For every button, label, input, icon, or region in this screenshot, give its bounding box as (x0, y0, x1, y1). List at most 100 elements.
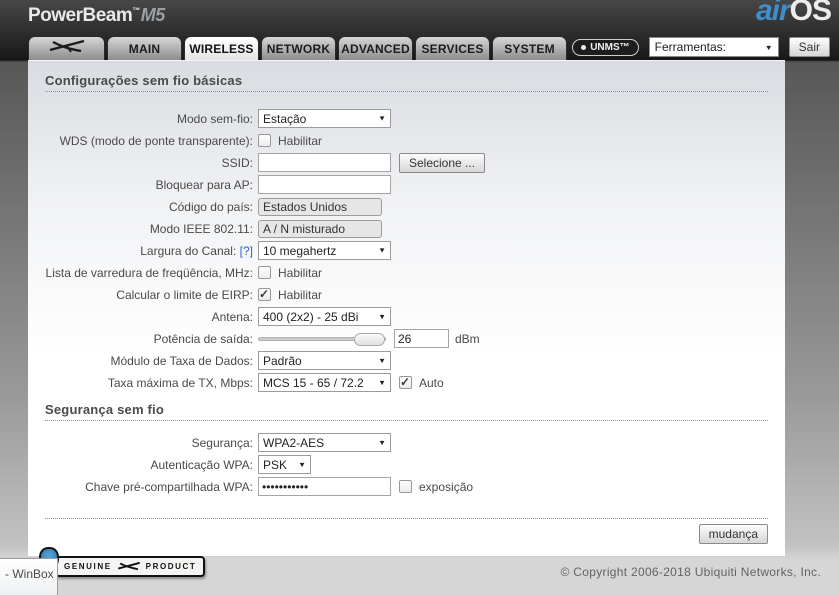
antenna-select[interactable]: 400 (2x2) - 25 dBi ▼ (258, 307, 391, 326)
max-tx-rate-select[interactable]: MCS 15 - 65 / 72.2 ▼ (258, 373, 391, 392)
ssid-input[interactable] (258, 153, 391, 172)
dropdown-arrow-icon: ▼ (378, 114, 386, 123)
row-wds: WDS (modo de ponte transparente): Habili… (45, 131, 768, 150)
dropdown-arrow-icon: ▼ (378, 438, 386, 447)
freq-scan-checkbox[interactable] (258, 266, 271, 279)
tab-home-logo[interactable] (28, 36, 105, 60)
row-data-rate-module: Módulo de Taxa de Dados: Padrão ▼ (45, 351, 768, 370)
row-lock-to-ap: Bloquear para AP: (45, 175, 768, 194)
field-label: Calcular o limite de EIRP: (116, 287, 253, 302)
output-power-slider[interactable] (258, 332, 386, 346)
tools-select[interactable]: Ferramentas: ▼ (648, 37, 779, 57)
airos-logo-os: OS (789, 0, 832, 27)
tab-network[interactable]: NETWORK (261, 36, 336, 60)
checkbox-label: exposição (419, 479, 474, 494)
country-code-field: Estados Unidos (258, 197, 382, 216)
device-logo: PowerBeam™M5 (28, 5, 165, 27)
field-label: Autenticação WPA: (150, 457, 254, 472)
wpa-auth-value: PSK (263, 457, 288, 472)
field-label: Taxa máxima de TX, Mbps: (107, 375, 253, 390)
ubiquiti-antenna-icon (117, 561, 141, 573)
header-controls: UNMS™ Ferramentas: ▼ Sair (572, 37, 830, 57)
security-mode-select[interactable]: WPA2-AES ▼ (258, 433, 391, 452)
output-power-input[interactable] (394, 329, 449, 348)
checkbox-label: Habilitar (278, 133, 323, 148)
row-freq-scan-list: Lista de varredura de freqüência, MHz: H… (45, 263, 768, 282)
field-label: Antena: (211, 309, 253, 324)
trademark-symbol: ™ (132, 6, 140, 15)
row-antenna: Antena: 400 (2x2) - 25 dBi ▼ (45, 307, 768, 326)
field-label: Modo sem-fio: (176, 111, 253, 126)
genuine-product-badge: GENUINE PRODUCT (55, 556, 206, 577)
field-label: Segurança: (191, 435, 253, 450)
ieee-mode-field: A / N misturado (258, 219, 382, 238)
row-ssid: SSID: Selecione ... (45, 152, 768, 173)
slider-handle[interactable] (354, 332, 385, 346)
max-tx-auto-checkbox[interactable] (399, 375, 412, 389)
wireless-mode-select[interactable]: Estação ▼ (258, 109, 391, 128)
dropdown-arrow-icon: ▼ (378, 312, 386, 321)
logout-button[interactable]: Sair (788, 37, 830, 57)
dropdown-arrow-icon: ▼ (764, 42, 773, 52)
tab-wireless[interactable]: WIRELESS (184, 36, 259, 60)
checkbox-label: Habilitar (278, 287, 323, 302)
eirp-limit-checkbox[interactable] (258, 287, 271, 301)
row-output-power: Potência de saída: dBm (45, 329, 768, 348)
row-country-code: Código do país: Estados Unidos (45, 197, 768, 216)
security-settings-form: Segurança: WPA2-AES ▼ Autenticação WPA: … (45, 433, 768, 496)
data-rate-module-select[interactable]: Padrão ▼ (258, 351, 391, 370)
wds-checkbox[interactable] (258, 134, 271, 147)
field-label: Código do país: (168, 199, 253, 214)
field-label: Potência de saída: (153, 331, 253, 346)
airos-logo: airOS (755, 0, 832, 28)
dropdown-arrow-icon: ▼ (378, 246, 386, 255)
dropdown-arrow-icon: ▼ (298, 460, 306, 469)
basic-settings-form: Modo sem-fio: Estação ▼ WDS (modo de pon… (45, 109, 768, 392)
wpa-auth-select[interactable]: PSK ▼ (258, 455, 311, 474)
ssid-select-button[interactable]: Selecione ... (399, 152, 486, 173)
wireless-mode-value: Estação (263, 111, 307, 126)
row-wireless-mode: Modo sem-fio: Estação ▼ (45, 109, 768, 128)
wireless-settings-panel: Configurações sem fio básicas Modo sem-f… (28, 60, 785, 556)
wpa-psk-input[interactable] (258, 477, 391, 496)
genuine-badge-left-text: GENUINE (64, 562, 112, 571)
field-label: Modo IEEE 802.11: (149, 221, 253, 236)
header: PowerBeam™M5 airOS (0, 0, 839, 36)
security-mode-value: WPA2-AES (263, 435, 325, 450)
psk-show-checkbox[interactable] (399, 480, 412, 493)
lock-to-ap-input[interactable] (258, 175, 391, 194)
security-section-title: Segurança sem fio (45, 402, 768, 421)
tab-main[interactable]: MAIN (107, 36, 182, 60)
airos-logo-air: air (755, 0, 791, 27)
unms-button[interactable]: UNMS™ (572, 38, 639, 56)
tab-services[interactable]: SERVICES (415, 36, 490, 60)
data-rate-module-value: Padrão (263, 353, 302, 368)
device-model: M5 (140, 5, 166, 25)
checkbox-label: Habilitar (278, 265, 323, 280)
field-label: Módulo de Taxa de Dados: (110, 353, 253, 368)
change-button[interactable]: mudança (698, 524, 768, 544)
field-label: Chave pré-compartilhada WPA: (85, 479, 253, 494)
channel-width-value: 10 megahertz (263, 243, 337, 258)
row-channel-width: Largura do Canal: [?] 10 megahertz ▼ (45, 241, 768, 260)
ubiquiti-antenna-icon (48, 37, 86, 60)
dropdown-arrow-icon: ▼ (378, 378, 386, 387)
action-row: mudança (45, 524, 768, 544)
row-max-tx-rate: Taxa máxima de TX, Mbps: MCS 15 - 65 / 7… (45, 373, 768, 392)
field-label: Lista de varredura de freqüência, MHz: (45, 265, 253, 280)
airos-page: PowerBeam™M5 airOS MAIN WIRELESS NETWORK… (0, 0, 839, 595)
bottom-divider (45, 518, 768, 519)
antenna-value: 400 (2x2) - 25 dBi (263, 309, 359, 324)
copyright-text: © Copyright 2006-2018 Ubiquiti Networks,… (560, 565, 821, 579)
genuine-badge-right-text: PRODUCT (145, 562, 197, 571)
tab-system[interactable]: SYSTEM (492, 36, 567, 60)
channel-width-select[interactable]: 10 megahertz ▼ (258, 241, 391, 260)
basic-section-title: Configurações sem fio básicas (45, 73, 768, 92)
tab-advanced[interactable]: ADVANCED (338, 36, 413, 60)
tools-select-value: Ferramentas: (654, 40, 727, 54)
checkbox-label: Auto (419, 375, 444, 390)
row-wpa-auth: Autenticação WPA: PSK ▼ (45, 455, 768, 474)
channel-width-help-link[interactable]: [?] (240, 244, 253, 258)
field-label: WDS (modo de ponte transparente): (59, 133, 253, 148)
winbox-status-tooltip: - WinBox (0, 558, 58, 595)
